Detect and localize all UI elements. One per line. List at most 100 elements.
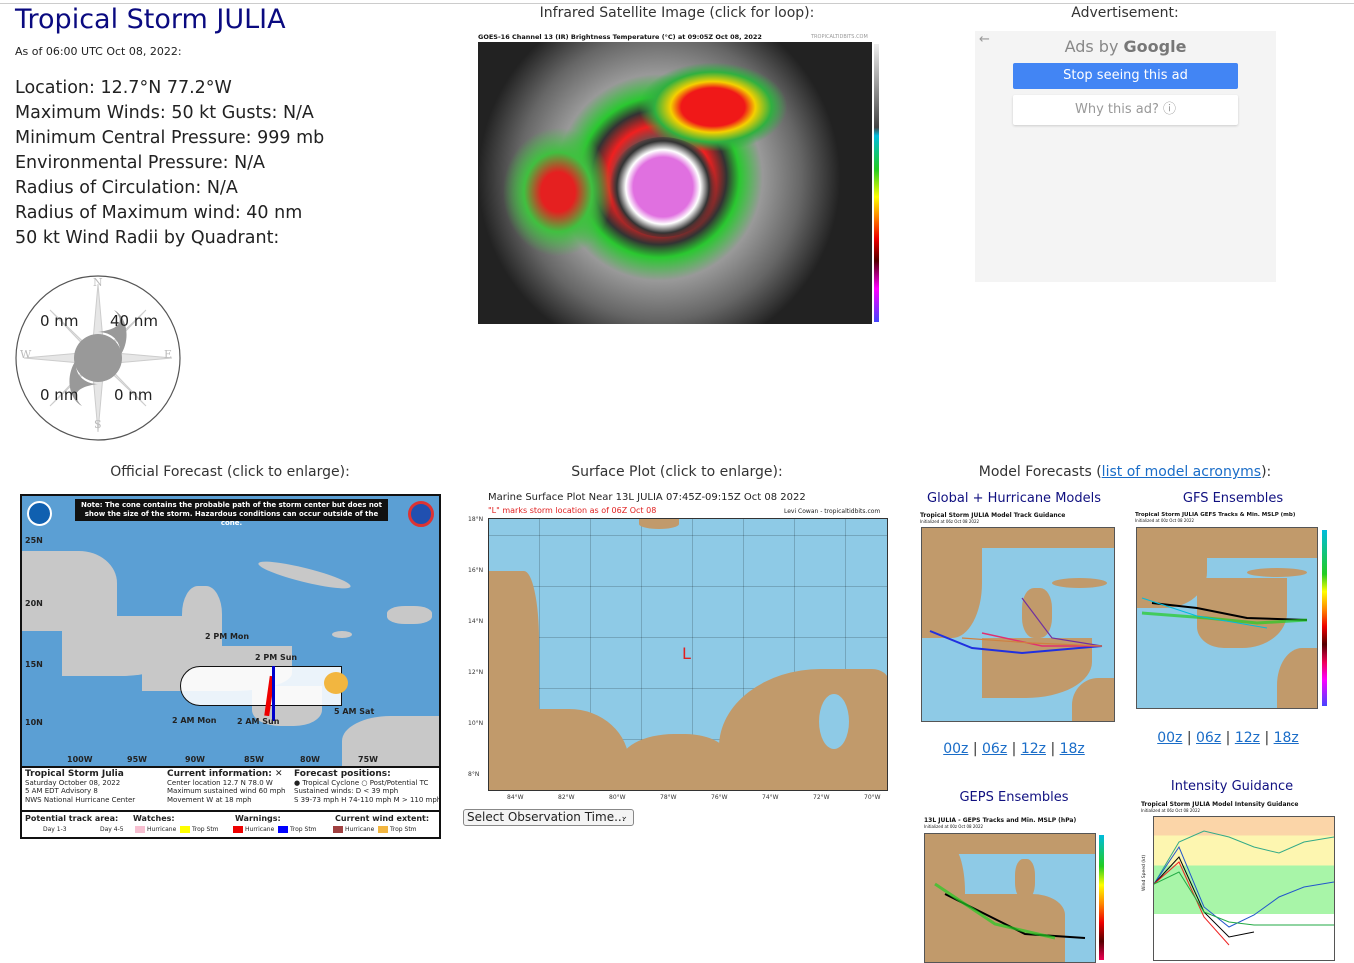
legend-warn-ts: Trop Stm [278, 826, 317, 833]
forecast-map [22, 496, 439, 766]
radius-circulation: Radius of Circulation: N/A [15, 178, 238, 198]
cycle-link-06z[interactable]: 06z [982, 741, 1007, 757]
gfs-ensembles-image[interactable]: Tropical Storm JULIA GEFS Tracks & Min. … [1135, 512, 1331, 712]
intensity-image-init: Initialized at 06z Oct 08 2022 [1141, 808, 1201, 813]
geps-image-init: Initialized at 00z Oct 08 2022 [924, 824, 984, 829]
lat-label: 10°N [468, 720, 484, 727]
stop-seeing-ad-button[interactable]: Stop seeing this ad [1013, 63, 1238, 89]
lon-label: 82°W [558, 794, 575, 801]
storm-info: Location: 12.7°N 77.2°W Maximum Winds: 5… [15, 76, 324, 251]
gfs-image-init: Initialized at 00z Oct 08 2022 [1135, 518, 1195, 523]
lon-label: 74°W [762, 794, 779, 801]
forecast-positions-line: Sustained winds: D < 39 mph [294, 787, 399, 795]
header-suffix: ): [1261, 464, 1272, 480]
forecast-storm-name: Tropical Storm Julia [25, 769, 124, 779]
legend-extent-ts: Trop Stm [378, 826, 417, 833]
current-info-line: Maximum sustained wind 60 mph [167, 787, 286, 795]
intensity-chart [1153, 816, 1335, 961]
intensity-guidance-label: Intensity Guidance [1170, 779, 1294, 794]
geps-image-title: 13L JULIA - GEPS Tracks and Min. MSLP (h… [924, 817, 1077, 824]
forecast-cone [180, 666, 342, 706]
lat-label: 12°N [468, 669, 484, 676]
satellite-image[interactable]: GOES-16 Channel 13 (IR) Brightness Tempe… [476, 30, 882, 330]
compass-n: N [93, 276, 103, 289]
cycle-link-06z[interactable]: 06z [1196, 730, 1221, 746]
ads-by-text: Ads by [1064, 37, 1124, 56]
separator: | [1011, 741, 1017, 757]
cycle-link-18z[interactable]: 18z [1274, 730, 1299, 746]
observation-time-select[interactable]: Select Observation Time... ⌄ [463, 809, 634, 826]
separator: | [1186, 730, 1192, 746]
google-logo: Google [1123, 37, 1187, 56]
gfs-cycle-links: 00z | 06z | 12z | 18z [1157, 730, 1299, 746]
forecast-point-label: 2 PM Mon [205, 632, 250, 641]
lat-label: 25N [25, 536, 43, 545]
global-models-image[interactable]: Tropical Storm JULIA Model Track Guidanc… [920, 512, 1116, 724]
ts-warning [272, 666, 275, 721]
lon-label: 80W [300, 755, 320, 764]
legend-watch-hurricane: Hurricane [135, 826, 176, 833]
cycle-link-00z[interactable]: 00z [1157, 730, 1182, 746]
global-image-title: Tropical Storm JULIA Model Track Guidanc… [920, 512, 1066, 519]
radius-nw: 0 nm [40, 312, 79, 330]
surface-plot-header: Surface Plot (click to enlarge): [571, 464, 783, 480]
lon-label: 100W [67, 755, 93, 764]
location: Location: 12.7°N 77.2°W [15, 78, 232, 98]
radius-se: 0 nm [114, 386, 153, 404]
lon-label: 76°W [711, 794, 728, 801]
model-forecasts-header: Model Forecasts (list of model acronyms)… [979, 464, 1272, 480]
lon-label: 78°W [660, 794, 677, 801]
legend-extent-hurricane: Hurricane [333, 826, 374, 833]
intensity-image-title: Tropical Storm JULIA Model Intensity Gui… [1141, 801, 1299, 808]
cycle-link-12z[interactable]: 12z [1021, 741, 1046, 757]
lon-label: 75W [358, 755, 378, 764]
surface-plot-subtitle: "L" marks storm location as of 06Z Oct 0… [488, 506, 657, 515]
lat-label: 15N [25, 660, 43, 669]
forecast-date: Saturday October 08, 2022 [25, 778, 121, 787]
geps-ensembles-image[interactable]: 13L JULIA - GEPS Tracks and Min. MSLP (h… [924, 817, 1119, 963]
storm-title: Tropical Storm JULIA [15, 4, 286, 35]
nws-logo [408, 501, 434, 527]
cone-note: Note: The cone contains the probable pat… [75, 499, 388, 527]
surface-plot-image[interactable]: Marine Surface Plot Near 13L JULIA 07:45… [462, 490, 890, 808]
cycle-link-00z[interactable]: 00z [943, 741, 968, 757]
forecast-point-label: 2 PM Sun [255, 653, 298, 662]
forecast-positions-title: Forecast positions: [294, 769, 391, 779]
radius-max-wind: Radius of Maximum wind: 40 nm [15, 203, 303, 223]
legend-watch-ts: Trop Stm [180, 826, 219, 833]
lat-label: 20N [25, 599, 43, 608]
forecast-point-label: 2 AM Mon [172, 716, 217, 725]
official-forecast-image[interactable]: Note: The cone contains the probable pat… [20, 494, 441, 839]
lon-label: 72°W [813, 794, 830, 801]
lat-label: 8°N [468, 771, 480, 778]
separator: | [1225, 730, 1231, 746]
separator: | [1050, 741, 1056, 757]
lat-label: 16°N [468, 567, 484, 574]
satellite-imagery [478, 42, 872, 324]
wind-radii-compass: N S E W 0 nm 40 nm 0 nm 0 nm [14, 274, 184, 444]
current-info-line: Center location 12.7 N 78.0 W [167, 778, 273, 787]
separator: | [972, 741, 978, 757]
lat-label: 10N [25, 718, 43, 727]
lon-label: 84°W [507, 794, 524, 801]
intensity-guidance-image[interactable]: Tropical Storm JULIA Model Intensity Gui… [1141, 801, 1337, 961]
cycle-link-18z[interactable]: 18z [1060, 741, 1085, 757]
min-pressure: Minimum Central Pressure: 999 mb [15, 128, 325, 148]
legend-day13: Day 1-3 [43, 826, 67, 833]
env-pressure: Environmental Pressure: N/A [15, 153, 266, 173]
separator: | [1264, 730, 1270, 746]
compass-w: W [20, 348, 32, 361]
cycle-link-12z[interactable]: 12z [1235, 730, 1260, 746]
select-label: Select Observation Time... [467, 810, 626, 824]
why-this-ad-button[interactable]: Why this ad? ⓘ [1013, 95, 1238, 125]
surface-map: L [488, 518, 888, 791]
lon-label: 90W [185, 755, 205, 764]
geps-colorbar [1099, 835, 1104, 960]
satellite-image-title: GOES-16 Channel 13 (IR) Brightness Tempe… [478, 33, 762, 41]
model-acronyms-link[interactable]: list of model acronyms [1102, 464, 1261, 480]
lon-label: 80°W [609, 794, 626, 801]
radius-ne: 40 nm [110, 312, 158, 330]
global-map [921, 527, 1115, 722]
legend-warn-hurricane: Hurricane [233, 826, 274, 833]
header-prefix: Model Forecasts ( [978, 464, 1102, 480]
